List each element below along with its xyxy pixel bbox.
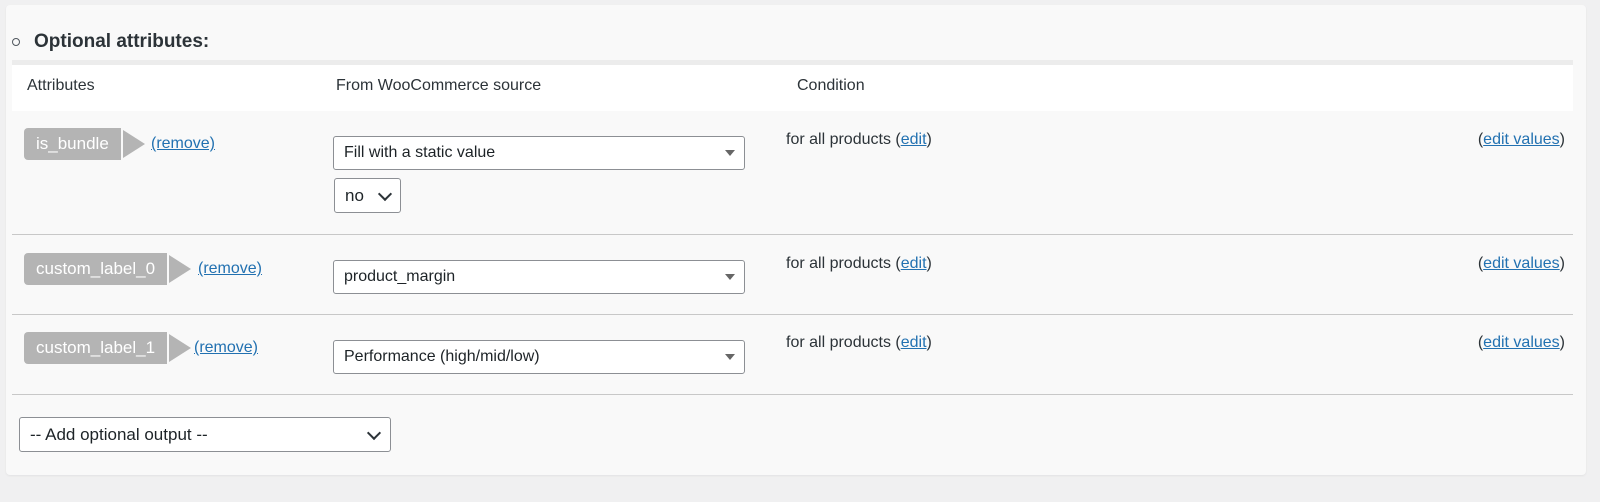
add-optional-output-value: -- Add optional output --	[30, 424, 208, 444]
attribute-name: custom_label_0	[24, 253, 168, 285]
tag-arrow-icon	[169, 255, 192, 283]
chevron-down-icon	[366, 425, 382, 441]
attribute-tag: custom_label_1	[24, 332, 192, 364]
source-select[interactable]: product_margin	[333, 260, 745, 294]
attribute-name: custom_label_1	[24, 332, 168, 364]
static-value: no	[345, 185, 364, 205]
edit-values-close: )	[1559, 334, 1565, 351]
table-row: is_bundle (remove) Fill with a static va…	[12, 111, 1573, 235]
caret-down-icon	[725, 354, 735, 360]
condition-text: for all products (edit)	[786, 255, 932, 273]
section-title: Optional attributes:	[34, 31, 210, 52]
static-value-select[interactable]: no	[334, 178, 401, 213]
edit-values-close: )	[1559, 255, 1565, 272]
remove-link[interactable]: (remove)	[151, 135, 215, 153]
edit-values-close: )	[1559, 131, 1565, 148]
header-source: From WooCommerce source	[336, 77, 542, 94]
condition-text: for all products (edit)	[786, 334, 932, 352]
source-select-value: Fill with a static value	[344, 144, 496, 161]
edit-condition-link[interactable]: edit	[901, 131, 927, 148]
source-select-value: Performance (high/mid/low)	[344, 348, 540, 365]
attributes-table: Attributes From WooCommerce source Condi…	[12, 60, 1573, 395]
edit-values-link[interactable]: edit values	[1483, 255, 1560, 272]
source-select[interactable]: Fill with a static value	[333, 136, 745, 170]
condition-close: )	[926, 334, 932, 351]
header-condition: Condition	[797, 77, 865, 94]
table-row: custom_label_0 (remove) product_margin f…	[12, 235, 1573, 315]
attribute-tag: is_bundle	[24, 128, 145, 160]
caret-down-icon	[725, 274, 735, 280]
source-select[interactable]: Performance (high/mid/low)	[333, 340, 745, 374]
condition-label: for all products (	[786, 334, 901, 351]
condition-label: for all products (	[786, 255, 901, 272]
remove-link[interactable]: (remove)	[194, 339, 258, 357]
condition-label: for all products (	[786, 131, 901, 148]
remove-link[interactable]: (remove)	[198, 260, 262, 278]
edit-values-link[interactable]: edit values	[1483, 131, 1560, 148]
tag-arrow-icon	[122, 130, 145, 158]
tag-arrow-icon	[169, 334, 192, 362]
table-row: custom_label_1 (remove) Performance (hig…	[12, 315, 1573, 395]
section-heading: Optional attributes:	[12, 27, 209, 57]
condition-text: for all products (edit)	[786, 131, 932, 149]
condition-close: )	[926, 131, 932, 148]
table-header: Attributes From WooCommerce source Condi…	[12, 60, 1573, 111]
bullet-icon	[12, 38, 20, 46]
edit-values: (edit values)	[1478, 131, 1565, 149]
condition-close: )	[926, 255, 932, 272]
edit-values: (edit values)	[1478, 334, 1565, 352]
add-optional-output-select[interactable]: -- Add optional output --	[19, 417, 391, 452]
header-attributes: Attributes	[27, 77, 95, 94]
caret-down-icon	[725, 150, 735, 156]
edit-values: (edit values)	[1478, 255, 1565, 273]
attribute-name: is_bundle	[24, 128, 121, 160]
attribute-tag: custom_label_0	[24, 253, 192, 285]
chevron-down-icon	[377, 186, 393, 202]
edit-condition-link[interactable]: edit	[901, 255, 927, 272]
edit-condition-link[interactable]: edit	[901, 334, 927, 351]
edit-values-link[interactable]: edit values	[1483, 334, 1560, 351]
source-select-value: product_margin	[344, 268, 456, 285]
